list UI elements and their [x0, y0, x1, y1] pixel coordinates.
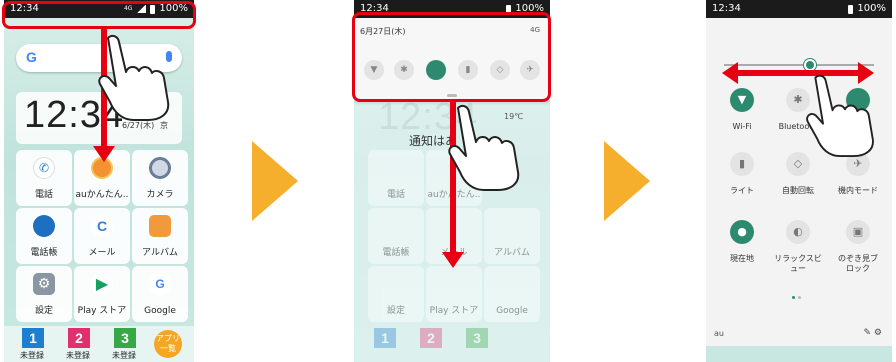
app-label: Google [144, 306, 176, 316]
battery-icon [506, 4, 512, 14]
speed-dial-2[interactable]: 2 [68, 328, 90, 348]
app-tile: 電話 [368, 150, 424, 206]
network-label: 4G [123, 5, 133, 12]
location-toggle-icon[interactable]: ● [730, 220, 754, 244]
app-label: 電話 [34, 190, 53, 200]
app-tile[interactable]: アルバム [132, 208, 188, 264]
app-label: auかんたん.. [75, 190, 129, 200]
wifi-label: Wi-Fi [732, 122, 752, 131]
carrier-name: au [714, 329, 724, 338]
battery-percent: 100% [857, 3, 886, 14]
app-tile[interactable]: ✆ 電話 [16, 150, 72, 206]
status-time: 12:34 [712, 3, 741, 14]
status-bar: 12:34 100% [354, 0, 550, 18]
speed-dial-2: 2 [420, 328, 442, 348]
wifi-toggle-icon[interactable]: ▼ [364, 60, 384, 80]
app-tile: Google [484, 266, 540, 322]
manner-mode-toggle-icon[interactable] [426, 60, 446, 80]
arrow-head-left [722, 62, 738, 84]
google-apps-icon: G [149, 273, 171, 295]
status-icons: 100% [506, 0, 544, 18]
camera-icon [149, 157, 171, 179]
tutorial-stage: 12:34 4G 100% G 12:34 6/27(木) 京 ✆ 電話 auか… [0, 0, 896, 362]
speed-dial-1: 1 [374, 328, 396, 348]
app-list-button[interactable]: アプリ一覧 [154, 330, 182, 358]
battery-icon [150, 4, 156, 14]
shade-date: 6月27日(木) [360, 27, 406, 36]
flashlight-label: ライト [730, 186, 754, 195]
app-tile[interactable]: カメラ [132, 150, 188, 206]
privacy-block-label: のぞき見ブロック [838, 254, 878, 273]
settings-icon: ⚙ [33, 273, 55, 295]
airplane-mode-label: 機内モード [838, 186, 878, 195]
app-tile[interactable]: ▶ Play ストア [74, 266, 130, 322]
flashlight-toggle-icon[interactable]: ▮ [730, 152, 754, 176]
app-tile: Play ストア [426, 266, 482, 322]
app-tile[interactable]: 電話帳 [16, 208, 72, 264]
wifi-toggle-icon[interactable]: ▼ [730, 88, 754, 112]
album-icon [149, 215, 171, 237]
phone-icon: ✆ [33, 157, 55, 179]
contacts-icon [33, 215, 55, 237]
page-indicator [792, 296, 804, 299]
battery-icon [848, 4, 854, 14]
mail-icon: C [91, 215, 113, 237]
arrow-head-down [442, 252, 464, 268]
home-screen-phone: 12:34 4G 100% G 12:34 6/27(木) 京 ✆ 電話 auか… [4, 0, 194, 362]
next-step-arrow [252, 141, 298, 221]
app-label: メール [88, 248, 116, 258]
signal-icon [136, 5, 147, 13]
location-label: 現在地 [730, 254, 754, 263]
app-label: 設定 [34, 306, 53, 316]
status-bar[interactable]: 12:34 4G 100% [4, 0, 194, 18]
brightness-slider[interactable] [724, 64, 874, 66]
app-label: カメラ [146, 190, 174, 200]
speed-dial-3: 3 [466, 328, 488, 348]
hand-pointer-icon [98, 34, 170, 121]
arrow-head-down [93, 146, 115, 162]
app-tile: 設定 [368, 266, 424, 322]
speed-dial-label: 未登録 [20, 351, 44, 360]
app-tile[interactable]: G Google [132, 266, 188, 322]
airplane-mode-toggle-icon[interactable]: ✈ [520, 60, 540, 80]
speed-dial-label: 未登録 [66, 351, 90, 360]
status-icons: 100% [848, 0, 886, 18]
status-bar: 12:34 100% [706, 0, 892, 18]
google-logo: G [26, 49, 37, 65]
app-label: Play ストア [77, 306, 127, 316]
battery-percent: 100% [515, 3, 544, 14]
notification-shade-phone: 12:34 通知はあ 19℃ 電話 auかんたん.. 電話帳 メール アルバム … [354, 0, 550, 362]
privacy-block-toggle-icon[interactable]: ▣ [846, 220, 870, 244]
shade-network: 4G [530, 26, 540, 34]
faded-dock [706, 346, 892, 362]
auto-rotate-toggle-icon[interactable]: ◇ [490, 60, 510, 80]
battery-percent: 100% [159, 3, 188, 14]
edit-settings-icons[interactable]: ✎ ⚙ [864, 328, 882, 338]
speed-dial-1[interactable]: 1 [22, 328, 44, 348]
app-label: 電話帳 [30, 248, 58, 258]
quick-settings-phone: 12:34 100% ▼ Wi-Fi ✱ Bluetooth ード ▮ ライト … [706, 0, 892, 362]
app-tile: 電話帳 [368, 208, 424, 264]
speed-dial-3[interactable]: 3 [114, 328, 136, 348]
hand-pointer-icon [806, 74, 874, 158]
app-tile[interactable]: ⚙ 設定 [16, 266, 72, 322]
relax-view-label: リラックスビュー [774, 254, 822, 273]
flashlight-toggle-icon[interactable]: ▮ [458, 60, 478, 80]
hand-pointer-icon [448, 104, 520, 191]
shade-drag-handle[interactable] [447, 94, 457, 97]
app-tile[interactable]: C メール [74, 208, 130, 264]
relax-view-toggle-icon[interactable]: ◐ [786, 220, 810, 244]
speed-dial-label: 未登録 [112, 351, 136, 360]
status-time: 12:34 [10, 3, 39, 14]
auto-rotate-label: 自動回転 [782, 186, 814, 195]
app-label: アルバム [142, 248, 178, 258]
play-store-icon: ▶ [91, 273, 113, 295]
status-time: 12:34 [360, 3, 389, 14]
bluetooth-toggle-icon[interactable]: ✱ [394, 60, 414, 80]
status-icons: 4G 100% [124, 0, 188, 18]
app-tile: アルバム [484, 208, 540, 264]
next-step-arrow [604, 141, 650, 221]
